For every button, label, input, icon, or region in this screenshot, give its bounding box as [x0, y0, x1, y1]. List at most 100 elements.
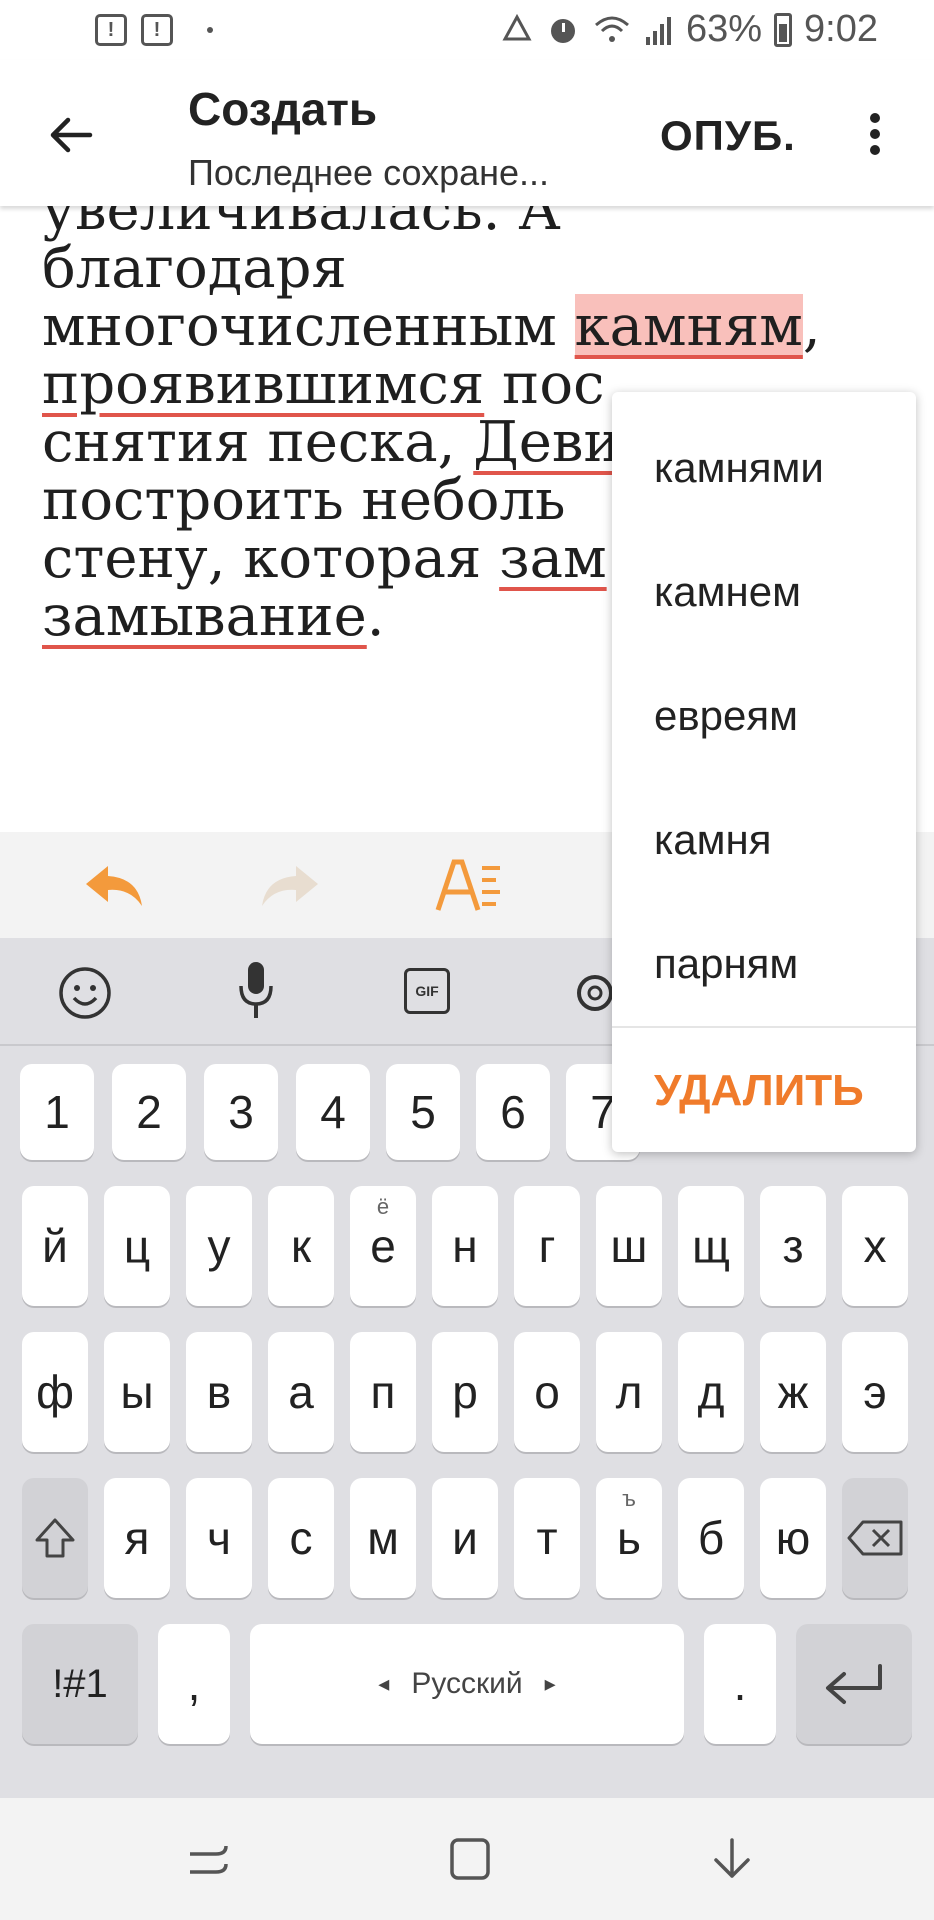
- navigation-bar: [0, 1798, 934, 1920]
- misspelled-word[interactable]: проявившимся: [42, 352, 484, 417]
- back-arrow-icon[interactable]: [46, 110, 96, 160]
- delete-word-button[interactable]: УДАЛИТЬ: [654, 1066, 864, 1116]
- misspelled-word-selected[interactable]: камням: [574, 294, 803, 359]
- chevron-left-icon: ◂: [378, 1671, 390, 1696]
- suggestion-item[interactable]: камнями: [654, 444, 824, 492]
- page-title: Создать: [188, 83, 378, 135]
- app-bar: Создать Последнее сохране... ОПУБ.: [0, 60, 934, 206]
- key-letter-soft-sign[interactable]: ъь: [596, 1478, 662, 1598]
- status-system: 63% 9:02: [500, 8, 878, 51]
- more-options-icon[interactable]: [868, 112, 882, 156]
- key-1[interactable]: 1: [20, 1064, 94, 1160]
- editor-line: построить неболь: [42, 468, 566, 533]
- status-notifications: ! !: [95, 14, 213, 46]
- key-letter[interactable]: г: [514, 1186, 580, 1306]
- key-letter[interactable]: д: [678, 1332, 744, 1452]
- alarm-icon: [550, 18, 575, 43]
- editor-line: благодаря: [42, 236, 347, 301]
- backspace-key[interactable]: [842, 1478, 908, 1598]
- suggestion-item[interactable]: евреям: [654, 692, 798, 740]
- menu-divider: [612, 1026, 916, 1028]
- key-2[interactable]: 2: [112, 1064, 186, 1160]
- battery-percent: 63%: [685, 8, 763, 50]
- key-letter[interactable]: ш: [596, 1186, 662, 1306]
- period-key[interactable]: .: [704, 1624, 776, 1744]
- suggestion-item[interactable]: парням: [654, 940, 798, 988]
- suggestion-item[interactable]: камнем: [654, 568, 801, 616]
- backspace-icon: [847, 1520, 903, 1556]
- key-letter[interactable]: ц: [104, 1186, 170, 1306]
- status-bar: ! ! 63% 9:02: [0, 0, 934, 60]
- key-letter[interactable]: м: [350, 1478, 416, 1598]
- key-letter[interactable]: э: [842, 1332, 908, 1452]
- recycle-icon: [502, 13, 532, 40]
- comma-key[interactable]: ,: [158, 1624, 230, 1744]
- editor-line: многочисленным камням,: [42, 294, 821, 359]
- hide-keyboard-icon[interactable]: [708, 1836, 756, 1882]
- recent-apps-icon[interactable]: [186, 1840, 230, 1880]
- key-letter[interactable]: ж: [760, 1332, 826, 1452]
- key-letter[interactable]: х: [842, 1186, 908, 1306]
- editor-line: снятия песка, Деви: [42, 410, 621, 475]
- key-letter[interactable]: щ: [678, 1186, 744, 1306]
- key-letter[interactable]: ч: [186, 1478, 252, 1598]
- key-letter[interactable]: л: [596, 1332, 662, 1452]
- suggestion-item[interactable]: камня: [654, 816, 771, 864]
- key-letter[interactable]: ю: [760, 1478, 826, 1598]
- chevron-right-icon: ▸: [544, 1671, 556, 1696]
- key-letter[interactable]: у: [186, 1186, 252, 1306]
- key-letter[interactable]: с: [268, 1478, 334, 1598]
- emoji-icon[interactable]: [58, 966, 112, 1020]
- key-letter[interactable]: в: [186, 1332, 252, 1452]
- key-letter[interactable]: р: [432, 1332, 498, 1452]
- editor-line: замывание.: [42, 584, 385, 649]
- misspelled-word[interactable]: зам: [499, 526, 607, 591]
- key-hint: ё: [376, 1194, 390, 1219]
- key-letter[interactable]: а: [268, 1332, 334, 1452]
- key-letter[interactable]: п: [350, 1332, 416, 1452]
- undo-icon[interactable]: [82, 860, 146, 912]
- key-letter[interactable]: ы: [104, 1332, 170, 1452]
- alert-icon: !: [141, 14, 173, 46]
- gif-icon[interactable]: GIF: [404, 968, 450, 1014]
- publish-button[interactable]: ОПУБ.: [660, 112, 796, 160]
- battery-icon: [774, 12, 793, 47]
- language-label: Русский: [411, 1667, 523, 1700]
- misspelled-word[interactable]: Деви: [473, 410, 621, 475]
- key-letter[interactable]: н: [432, 1186, 498, 1306]
- key-letter[interactable]: и: [432, 1478, 498, 1598]
- redo-icon[interactable]: [258, 860, 322, 912]
- enter-key[interactable]: [796, 1624, 912, 1744]
- key-letter[interactable]: я: [104, 1478, 170, 1598]
- key-letter[interactable]: ф: [22, 1332, 88, 1452]
- key-letter[interactable]: б: [678, 1478, 744, 1598]
- symbols-key[interactable]: !#1: [22, 1624, 138, 1744]
- text-format-icon[interactable]: [434, 856, 504, 916]
- signal-icon: [645, 16, 671, 45]
- spelling-suggestions-menu: камнями камнем евреям камня парням УДАЛИ…: [612, 392, 916, 1152]
- key-letter[interactable]: т: [514, 1478, 580, 1598]
- key-letter-e[interactable]: ёе: [350, 1186, 416, 1306]
- key-4[interactable]: 4: [296, 1064, 370, 1160]
- key-letter[interactable]: з: [760, 1186, 826, 1306]
- key-6[interactable]: 6: [476, 1064, 550, 1160]
- key-letter[interactable]: о: [514, 1332, 580, 1452]
- clock: 9:02: [804, 8, 878, 50]
- more-notifications-icon: [207, 27, 213, 33]
- enter-icon: [826, 1664, 882, 1704]
- home-icon[interactable]: [448, 1836, 492, 1882]
- alert-icon: !: [95, 14, 127, 46]
- key-hint: ъ: [622, 1486, 636, 1511]
- space-bar[interactable]: ◂ Русский ▸: [250, 1624, 684, 1744]
- save-status: Последнее сохране...: [188, 152, 550, 193]
- misspelled-word[interactable]: замывание: [42, 584, 367, 649]
- key-3[interactable]: 3: [204, 1064, 278, 1160]
- key-letter[interactable]: й: [22, 1186, 88, 1306]
- microphone-icon[interactable]: [236, 960, 276, 1022]
- key-letter[interactable]: к: [268, 1186, 334, 1306]
- key-5[interactable]: 5: [386, 1064, 460, 1160]
- shift-key[interactable]: [22, 1478, 88, 1598]
- editor-line: стену, которая зам: [42, 526, 607, 591]
- shift-icon: [35, 1518, 75, 1558]
- wifi-icon: [594, 16, 629, 42]
